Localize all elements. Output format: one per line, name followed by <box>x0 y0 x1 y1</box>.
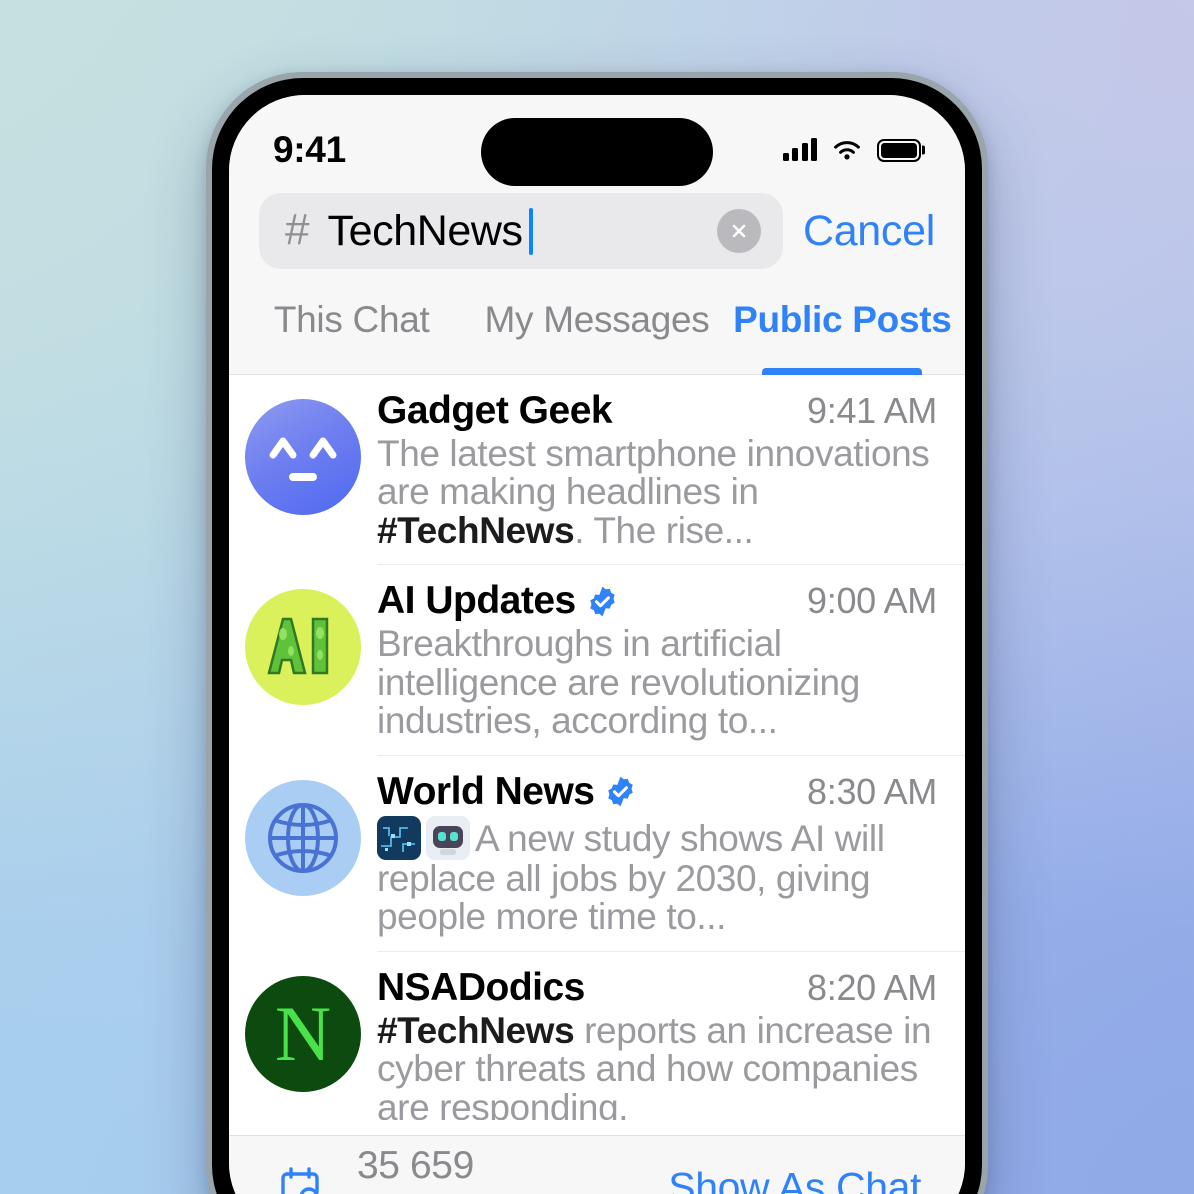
status-indicators <box>782 111 921 189</box>
clear-icon[interactable] <box>716 209 761 253</box>
result-snippet: The latest smartphone innovations are ma… <box>377 433 937 551</box>
battery-icon <box>877 138 921 162</box>
tab-this-chat[interactable]: This Chat <box>229 291 474 374</box>
phone-frame: 9:41 # TechNews Cancel This Chat My Mess… <box>206 72 988 1194</box>
results-footer: 35 659 messages Show As Chat <box>229 1135 965 1194</box>
green-letter-n-avatar: N <box>245 975 361 1092</box>
kaomoji-face-avatar <box>245 399 361 515</box>
cancel-button[interactable]: Cancel <box>803 207 935 256</box>
show-as-chat-button[interactable]: Show As Chat <box>668 1164 921 1194</box>
result-time: 8:30 AM <box>807 770 937 812</box>
result-title: AI Updates <box>377 579 576 623</box>
result-snippet: #TechNews reports an increase in cyber t… <box>377 1009 937 1120</box>
snippet-part: Breakthroughs in artificial intelligence… <box>377 623 860 742</box>
hashtag-highlight: #TechNews <box>377 1009 575 1051</box>
tab-public-posts[interactable]: Public Posts <box>720 291 965 375</box>
wifi-icon <box>834 140 860 159</box>
signal-bars-icon <box>782 138 817 161</box>
hashtag-highlight: #TechNews <box>377 509 575 551</box>
tab-bar: This Chat My Messages Public Posts <box>229 291 965 375</box>
result-snippet: Breakthroughs in artificial intelligence… <box>377 625 937 740</box>
circuit-photo-thumb <box>377 815 421 860</box>
phone-screen: 9:41 # TechNews Cancel This Chat My Mess… <box>229 95 965 1194</box>
tab-my-messages[interactable]: My Messages <box>474 291 719 374</box>
calendar-search-icon <box>281 1166 319 1194</box>
globe-avatar <box>245 779 361 896</box>
list-item[interactable]: World News 8:30 AM A new study shows AI … <box>229 756 965 952</box>
result-snippet: A new study shows AI will replace all jo… <box>377 815 937 937</box>
slime-ai-letters-avatar <box>245 589 361 706</box>
snippet-part: . The rise... <box>574 509 754 551</box>
result-time: 8:20 AM <box>807 966 937 1008</box>
result-title: Gadget Geek <box>377 389 613 432</box>
result-time: 9:00 AM <box>807 580 937 622</box>
snippet-part: The latest smartphone innovations are ma… <box>377 433 930 513</box>
result-title: NSADodics <box>377 965 585 1009</box>
search-bar: # TechNews Cancel <box>229 189 965 291</box>
dynamic-island <box>481 118 713 186</box>
phone-bezel: 9:41 # TechNews Cancel This Chat My Mess… <box>212 78 982 1194</box>
message-count: 35 659 messages <box>357 1143 532 1194</box>
results-list[interactable]: Gadget Geek 9:41 AM The latest smartphon… <box>229 375 965 1120</box>
verified-badge-icon <box>608 776 634 807</box>
verified-badge-icon <box>589 586 615 617</box>
list-item[interactable]: AI Updates 9:00 AM Breakthroughs in arti… <box>229 565 965 756</box>
status-bar: 9:41 <box>229 95 965 189</box>
result-time: 9:41 AM <box>807 390 937 431</box>
result-title: World News <box>377 769 595 813</box>
robot-emoji-thumb <box>426 815 470 860</box>
search-input[interactable]: # TechNews <box>259 193 783 269</box>
svg-text:N: N <box>275 990 331 1077</box>
hashtag-icon: # <box>285 204 310 254</box>
search-input-value: TechNews <box>327 206 523 255</box>
list-item[interactable]: N NSADodics 8:20 AM #TechNews reports an… <box>229 952 965 1120</box>
list-item[interactable]: Gadget Geek 9:41 AM The latest smartphon… <box>229 375 965 566</box>
status-clock: 9:41 <box>273 129 346 170</box>
text-cursor <box>528 207 533 255</box>
